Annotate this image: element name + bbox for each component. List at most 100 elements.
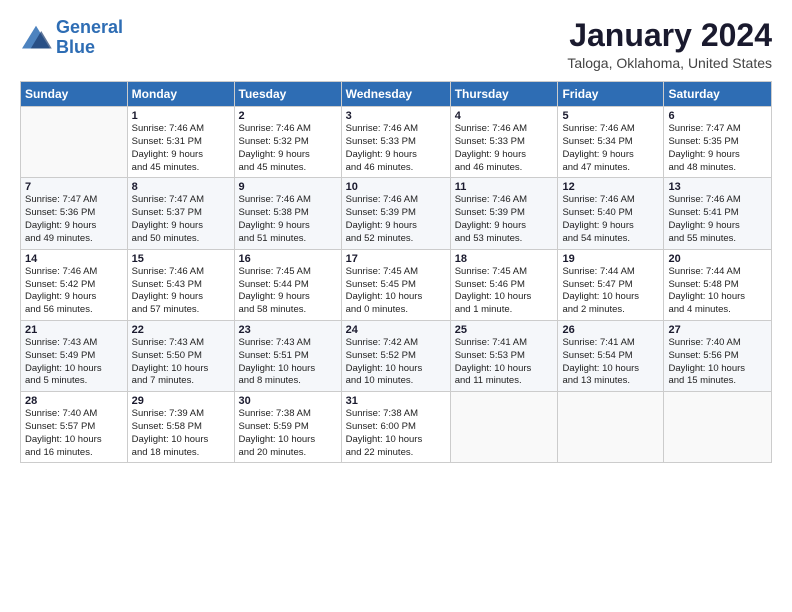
week-row-1: 1Sunrise: 7:46 AM Sunset: 5:31 PM Daylig…: [21, 107, 772, 178]
day-number: 25: [455, 324, 554, 336]
calendar-cell: 21Sunrise: 7:43 AM Sunset: 5:49 PM Dayli…: [21, 320, 128, 391]
day-number: 3: [346, 110, 446, 122]
day-info: Sunrise: 7:40 AM Sunset: 5:56 PM Dayligh…: [668, 337, 767, 388]
day-number: 11: [455, 181, 554, 193]
subtitle: Taloga, Oklahoma, United States: [567, 55, 772, 71]
calendar-cell: 17Sunrise: 7:45 AM Sunset: 5:45 PM Dayli…: [341, 249, 450, 320]
calendar-cell: [664, 392, 772, 463]
day-info: Sunrise: 7:41 AM Sunset: 5:53 PM Dayligh…: [455, 337, 554, 388]
calendar-cell: 11Sunrise: 7:46 AM Sunset: 5:39 PM Dayli…: [450, 178, 558, 249]
day-number: 18: [455, 253, 554, 265]
calendar-cell: 5Sunrise: 7:46 AM Sunset: 5:34 PM Daylig…: [558, 107, 664, 178]
day-info: Sunrise: 7:47 AM Sunset: 5:37 PM Dayligh…: [132, 194, 230, 245]
day-number: 17: [346, 253, 446, 265]
day-info: Sunrise: 7:38 AM Sunset: 5:59 PM Dayligh…: [239, 408, 337, 459]
calendar-cell: 19Sunrise: 7:44 AM Sunset: 5:47 PM Dayli…: [558, 249, 664, 320]
calendar-cell: 12Sunrise: 7:46 AM Sunset: 5:40 PM Dayli…: [558, 178, 664, 249]
day-info: Sunrise: 7:46 AM Sunset: 5:34 PM Dayligh…: [562, 123, 659, 174]
day-info: Sunrise: 7:40 AM Sunset: 5:57 PM Dayligh…: [25, 408, 123, 459]
week-row-3: 14Sunrise: 7:46 AM Sunset: 5:42 PM Dayli…: [21, 249, 772, 320]
logo-blue: Blue: [56, 37, 95, 57]
calendar-cell: 24Sunrise: 7:42 AM Sunset: 5:52 PM Dayli…: [341, 320, 450, 391]
day-info: Sunrise: 7:46 AM Sunset: 5:39 PM Dayligh…: [346, 194, 446, 245]
week-row-5: 28Sunrise: 7:40 AM Sunset: 5:57 PM Dayli…: [21, 392, 772, 463]
day-info: Sunrise: 7:47 AM Sunset: 5:36 PM Dayligh…: [25, 194, 123, 245]
day-info: Sunrise: 7:46 AM Sunset: 5:32 PM Dayligh…: [239, 123, 337, 174]
calendar-cell: 25Sunrise: 7:41 AM Sunset: 5:53 PM Dayli…: [450, 320, 558, 391]
calendar-body: 1Sunrise: 7:46 AM Sunset: 5:31 PM Daylig…: [21, 107, 772, 463]
day-info: Sunrise: 7:44 AM Sunset: 5:47 PM Dayligh…: [562, 266, 659, 317]
day-info: Sunrise: 7:43 AM Sunset: 5:51 PM Dayligh…: [239, 337, 337, 388]
day-info: Sunrise: 7:41 AM Sunset: 5:54 PM Dayligh…: [562, 337, 659, 388]
page: General Blue January 2024 Taloga, Oklaho…: [0, 0, 792, 612]
day-number: 2: [239, 110, 337, 122]
calendar-cell: 2Sunrise: 7:46 AM Sunset: 5:32 PM Daylig…: [234, 107, 341, 178]
weekday-header-tuesday: Tuesday: [234, 82, 341, 107]
day-number: 4: [455, 110, 554, 122]
day-number: 7: [25, 181, 123, 193]
day-number: 1: [132, 110, 230, 122]
day-info: Sunrise: 7:38 AM Sunset: 6:00 PM Dayligh…: [346, 408, 446, 459]
day-info: Sunrise: 7:46 AM Sunset: 5:40 PM Dayligh…: [562, 194, 659, 245]
calendar-cell: [450, 392, 558, 463]
calendar-cell: 22Sunrise: 7:43 AM Sunset: 5:50 PM Dayli…: [127, 320, 234, 391]
day-number: 9: [239, 181, 337, 193]
calendar-cell: 6Sunrise: 7:47 AM Sunset: 5:35 PM Daylig…: [664, 107, 772, 178]
logo-general: General: [56, 17, 123, 37]
calendar-cell: 27Sunrise: 7:40 AM Sunset: 5:56 PM Dayli…: [664, 320, 772, 391]
header: General Blue January 2024 Taloga, Oklaho…: [20, 18, 772, 71]
day-number: 16: [239, 253, 337, 265]
calendar-cell: 9Sunrise: 7:46 AM Sunset: 5:38 PM Daylig…: [234, 178, 341, 249]
calendar-cell: 14Sunrise: 7:46 AM Sunset: 5:42 PM Dayli…: [21, 249, 128, 320]
day-info: Sunrise: 7:46 AM Sunset: 5:42 PM Dayligh…: [25, 266, 123, 317]
calendar-cell: 31Sunrise: 7:38 AM Sunset: 6:00 PM Dayli…: [341, 392, 450, 463]
day-number: 27: [668, 324, 767, 336]
day-number: 30: [239, 395, 337, 407]
week-row-2: 7Sunrise: 7:47 AM Sunset: 5:36 PM Daylig…: [21, 178, 772, 249]
calendar-cell: [558, 392, 664, 463]
day-info: Sunrise: 7:46 AM Sunset: 5:33 PM Dayligh…: [346, 123, 446, 174]
weekday-header-sunday: Sunday: [21, 82, 128, 107]
day-number: 19: [562, 253, 659, 265]
logo: General Blue: [20, 18, 123, 58]
day-number: 12: [562, 181, 659, 193]
logo-icon: [20, 24, 52, 52]
day-info: Sunrise: 7:39 AM Sunset: 5:58 PM Dayligh…: [132, 408, 230, 459]
main-title: January 2024: [567, 18, 772, 53]
day-number: 20: [668, 253, 767, 265]
day-number: 5: [562, 110, 659, 122]
weekday-header-row: SundayMondayTuesdayWednesdayThursdayFrid…: [21, 82, 772, 107]
day-info: Sunrise: 7:47 AM Sunset: 5:35 PM Dayligh…: [668, 123, 767, 174]
day-info: Sunrise: 7:46 AM Sunset: 5:31 PM Dayligh…: [132, 123, 230, 174]
calendar-cell: [21, 107, 128, 178]
weekday-header-thursday: Thursday: [450, 82, 558, 107]
calendar-cell: 1Sunrise: 7:46 AM Sunset: 5:31 PM Daylig…: [127, 107, 234, 178]
day-info: Sunrise: 7:45 AM Sunset: 5:46 PM Dayligh…: [455, 266, 554, 317]
calendar-header: SundayMondayTuesdayWednesdayThursdayFrid…: [21, 82, 772, 107]
calendar-cell: 3Sunrise: 7:46 AM Sunset: 5:33 PM Daylig…: [341, 107, 450, 178]
day-info: Sunrise: 7:46 AM Sunset: 5:39 PM Dayligh…: [455, 194, 554, 245]
weekday-header-monday: Monday: [127, 82, 234, 107]
weekday-header-saturday: Saturday: [664, 82, 772, 107]
weekday-header-wednesday: Wednesday: [341, 82, 450, 107]
day-number: 8: [132, 181, 230, 193]
weekday-header-friday: Friday: [558, 82, 664, 107]
calendar-cell: 16Sunrise: 7:45 AM Sunset: 5:44 PM Dayli…: [234, 249, 341, 320]
day-number: 14: [25, 253, 123, 265]
day-info: Sunrise: 7:46 AM Sunset: 5:38 PM Dayligh…: [239, 194, 337, 245]
calendar-cell: 26Sunrise: 7:41 AM Sunset: 5:54 PM Dayli…: [558, 320, 664, 391]
calendar-cell: 23Sunrise: 7:43 AM Sunset: 5:51 PM Dayli…: [234, 320, 341, 391]
calendar-cell: 28Sunrise: 7:40 AM Sunset: 5:57 PM Dayli…: [21, 392, 128, 463]
day-info: Sunrise: 7:42 AM Sunset: 5:52 PM Dayligh…: [346, 337, 446, 388]
day-info: Sunrise: 7:45 AM Sunset: 5:44 PM Dayligh…: [239, 266, 337, 317]
day-info: Sunrise: 7:44 AM Sunset: 5:48 PM Dayligh…: [668, 266, 767, 317]
calendar-cell: 20Sunrise: 7:44 AM Sunset: 5:48 PM Dayli…: [664, 249, 772, 320]
day-number: 10: [346, 181, 446, 193]
day-number: 22: [132, 324, 230, 336]
week-row-4: 21Sunrise: 7:43 AM Sunset: 5:49 PM Dayli…: [21, 320, 772, 391]
day-info: Sunrise: 7:46 AM Sunset: 5:33 PM Dayligh…: [455, 123, 554, 174]
calendar-cell: 29Sunrise: 7:39 AM Sunset: 5:58 PM Dayli…: [127, 392, 234, 463]
day-info: Sunrise: 7:43 AM Sunset: 5:49 PM Dayligh…: [25, 337, 123, 388]
calendar-table: SundayMondayTuesdayWednesdayThursdayFrid…: [20, 81, 772, 463]
title-block: January 2024 Taloga, Oklahoma, United St…: [567, 18, 772, 71]
